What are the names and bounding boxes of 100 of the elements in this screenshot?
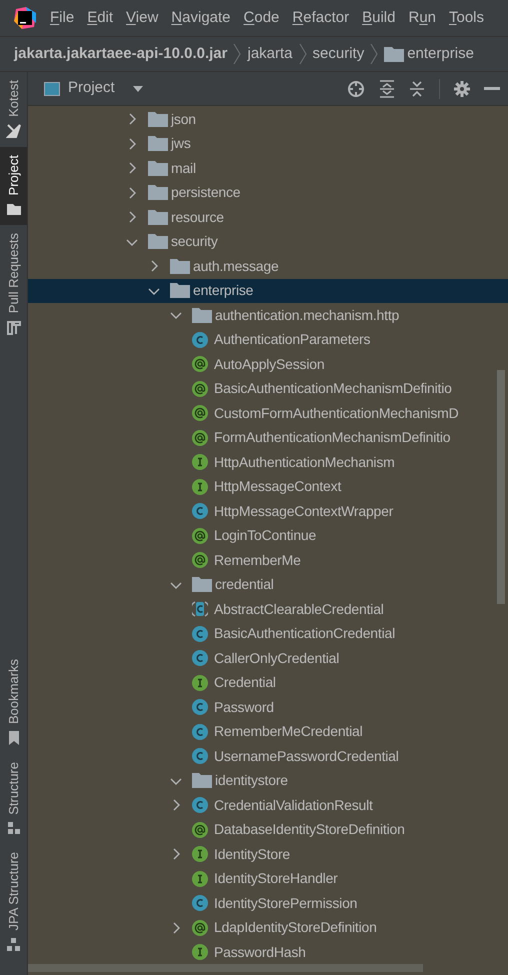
tree-item[interactable]: LoginToContinue	[28, 524, 508, 548]
tree-item[interactable]: Credential	[28, 670, 508, 695]
tool-window-tab[interactable]: Bookmarks	[0, 650, 27, 754]
tree-item[interactable]: json	[28, 107, 508, 132]
folder-icon	[6, 201, 22, 218]
menu-item[interactable]: Edit	[87, 6, 114, 30]
tree-item[interactable]: AuthenticationParameters	[28, 328, 508, 352]
tree-item[interactable]: HttpMessageContext	[28, 474, 508, 499]
tree-item[interactable]: UsernamePasswordCredential	[28, 744, 508, 768]
tree-item[interactable]: HttpAuthenticationMechanism	[28, 450, 508, 474]
menu-item[interactable]: Run	[408, 6, 436, 30]
class-icon	[192, 699, 208, 716]
class-icon	[192, 748, 208, 764]
abstract-class-icon	[192, 601, 208, 618]
settings-icon[interactable]	[454, 80, 470, 96]
tree-item[interactable]: CustomFormAuthenticationMechanismD	[28, 401, 508, 426]
class-icon	[192, 503, 208, 520]
tree-item[interactable]: BasicAuthenticationMechanismDefinitio	[28, 376, 508, 401]
menu-item[interactable]: Refactor	[292, 6, 350, 30]
tool-window-tab[interactable]: JPA Structure	[0, 844, 27, 961]
breadcrumb-item[interactable]: security	[312, 42, 364, 66]
tree-item[interactable]: DatabaseIdentityStoreDefinition	[28, 818, 508, 842]
menu-item[interactable]: Code	[244, 6, 280, 30]
class-icon	[192, 797, 208, 814]
separator-icon	[233, 43, 242, 65]
tree-item[interactable]: LdapIdentityStoreDefinition	[28, 916, 508, 940]
expand-all-icon[interactable]	[379, 80, 395, 98]
tree-item[interactable]: IdentityStoreHandler	[28, 866, 508, 891]
folder-icon	[192, 773, 212, 788]
breadcrumb-item[interactable]: jakarta.jakartaee-api-10.0.0.jar	[14, 42, 228, 66]
folder-icon	[148, 136, 168, 152]
class-icon	[192, 332, 208, 348]
app-logo-icon	[14, 7, 36, 29]
annotation-icon	[192, 380, 208, 397]
folder-icon	[148, 210, 168, 225]
folder-icon	[148, 112, 168, 127]
folder-icon	[148, 185, 168, 200]
tree-item[interactable]: security	[28, 230, 508, 254]
tree-item[interactable]: IdentityStore	[28, 842, 508, 866]
tree-item[interactable]: RememberMeCredential	[28, 720, 508, 744]
folder-icon	[192, 577, 212, 592]
interface-icon	[192, 870, 208, 887]
tree-item[interactable]: credential	[28, 572, 508, 597]
tool-window-tab[interactable]: Pull Requests	[0, 225, 27, 344]
folder-icon	[170, 283, 190, 298]
menu-item[interactable]: View	[126, 6, 158, 30]
tree-item[interactable]: enterprise	[28, 278, 508, 303]
tree-item[interactable]: FormAuthenticationMechanismDefinitio	[28, 426, 508, 450]
tree-item[interactable]: BasicAuthenticationCredential	[28, 622, 508, 646]
separator-icon	[298, 43, 307, 65]
tree-item[interactable]: Password	[28, 695, 508, 720]
dropdown-caret-icon	[132, 86, 143, 92]
folder-icon	[384, 46, 404, 62]
tree-item[interactable]: persistence	[28, 180, 508, 205]
tree-item[interactable]: jws	[28, 132, 508, 156]
tree-item[interactable]: identitystore	[28, 768, 508, 793]
folder-icon	[148, 234, 168, 250]
tree-item[interactable]: CallerOnlyCredential	[28, 646, 508, 670]
tree-item[interactable]: RememberMe	[28, 548, 508, 572]
locate-icon[interactable]	[347, 80, 365, 98]
tool-window-tab[interactable]: Project	[0, 146, 27, 226]
menu-item[interactable]: File	[50, 6, 74, 30]
menu-item[interactable]: Tools	[449, 6, 484, 30]
annotation-icon	[192, 552, 208, 568]
collapse-all-icon[interactable]	[409, 80, 425, 98]
tree-item[interactable]: authentication.mechanism.http	[28, 303, 508, 328]
class-icon	[192, 626, 208, 642]
annotation-icon	[192, 356, 208, 372]
annotation-icon	[192, 920, 208, 936]
annotation-icon	[192, 430, 208, 446]
tree-item[interactable]: AutoApplySession	[28, 352, 508, 376]
tree-item[interactable]: PasswordHash	[28, 940, 508, 964]
folder-icon	[192, 308, 212, 323]
view-selector[interactable]: Project	[44, 77, 143, 100]
tree-item[interactable]: mail	[28, 156, 508, 180]
menu-item[interactable]: Navigate	[171, 6, 231, 30]
tree-item[interactable]: auth.message	[28, 254, 508, 278]
panel-icon	[44, 82, 60, 96]
tree-item[interactable]: IdentityStorePermission	[28, 891, 508, 916]
horizontal-scrollbar[interactable]	[28, 964, 423, 972]
breadcrumb-item[interactable]: enterprise	[407, 42, 474, 66]
annotation-icon	[192, 822, 208, 838]
folder-icon	[148, 160, 168, 176]
vertical-scrollbar[interactable]	[497, 370, 505, 604]
annotation-icon	[192, 405, 208, 422]
tree-item[interactable]: AbstractClearableCredential	[28, 597, 508, 622]
interface-icon	[192, 478, 208, 495]
tool-window-tab[interactable]: Kotest	[0, 72, 27, 147]
tree-item[interactable]: HttpMessageContextWrapper	[28, 499, 508, 524]
menu-item[interactable]: Build	[362, 6, 396, 30]
blocks-icon	[6, 937, 22, 953]
breadcrumb-item[interactable]: jakarta	[247, 42, 293, 66]
tree-item[interactable]: resource	[28, 205, 508, 230]
class-icon	[192, 895, 208, 912]
tool-window-tab[interactable]: Structure	[0, 754, 27, 844]
class-icon	[192, 724, 208, 740]
class-icon	[192, 650, 208, 666]
separator-icon	[370, 43, 378, 65]
tree-item[interactable]: CredentialValidationResult	[28, 793, 508, 818]
blocks-icon	[6, 820, 22, 836]
